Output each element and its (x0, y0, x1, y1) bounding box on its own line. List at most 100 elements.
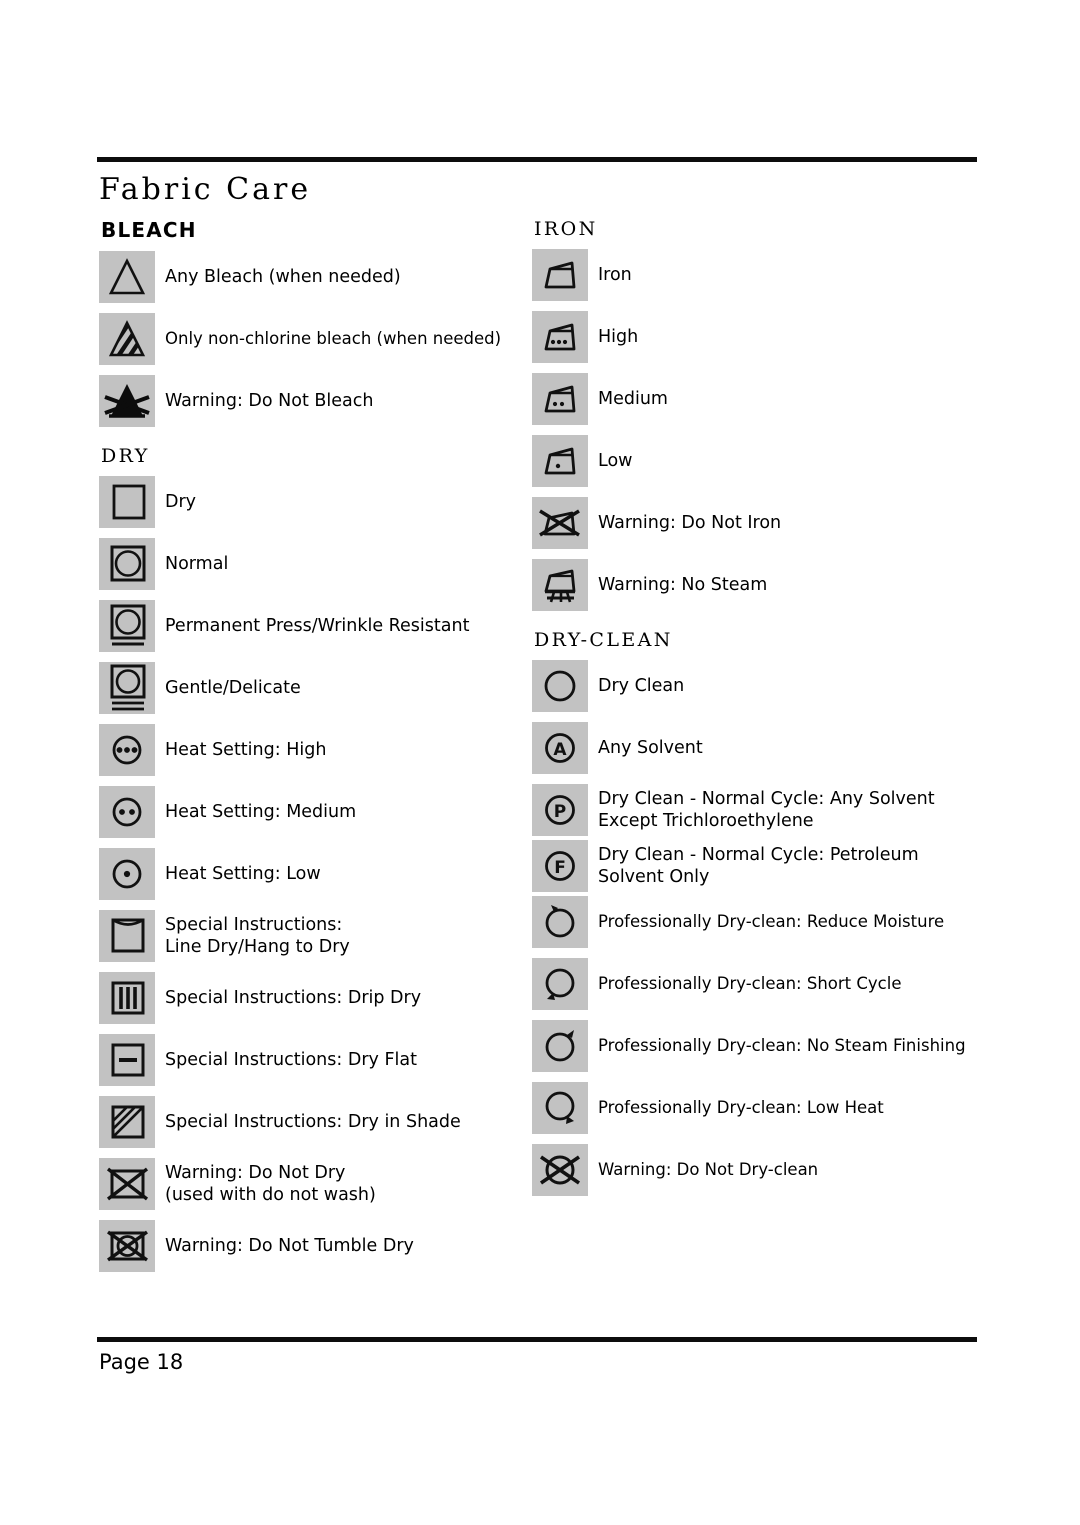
list-item: A Any Solvent (532, 722, 982, 774)
dry-gentle-delicate-icon (99, 662, 155, 714)
list-item: Warning: Do Not Dry (used with do not wa… (99, 1158, 529, 1210)
dryclean-do-not-dryclean-icon (532, 1144, 588, 1196)
list-item: Warning: Do Not Dry-clean (532, 1144, 982, 1196)
list-item: Special Instructions: Dry in Shade (99, 1096, 529, 1148)
list-item-label: Permanent Press/Wrinkle Resistant (165, 616, 470, 636)
list-item-label: Warning: Do Not Tumble Dry (165, 1236, 414, 1256)
bleach-any-triangle-icon (99, 251, 155, 303)
list-item-label: Dry Clean - Normal Cycle: Any Solvent Ex… (598, 789, 935, 831)
dry-heat-low-one-dot-icon (99, 848, 155, 900)
list-item: Warning: Do Not Tumble Dry (99, 1220, 529, 1272)
bleach-non-chlorine-striped-triangle-icon (99, 313, 155, 365)
list-item: Warning: Do Not Bleach (99, 375, 529, 427)
iron-icon (532, 249, 588, 301)
list-item-label: Professionally Dry-clean: Low Heat (598, 1098, 884, 1117)
list-item-label: Special Instructions: Line Dry/Hang to D… (165, 915, 350, 957)
list-item: Special Instructions: Line Dry/Hang to D… (99, 910, 529, 962)
list-item: Heat Setting: Medium (99, 786, 529, 838)
iron-low-one-dot-icon (532, 435, 588, 487)
dry-line-dry-hang-icon (99, 910, 155, 962)
list-item: Professionally Dry-clean: Short Cycle (532, 958, 982, 1010)
svg-text:P: P (554, 802, 566, 822)
list-item-label: Warning: Do Not Dry-clean (598, 1160, 819, 1179)
list-item: Special Instructions: Dry Flat (99, 1034, 529, 1086)
section-heading-bleach: BLEACH (101, 218, 197, 242)
list-item: Professionally Dry-clean: Low Heat (532, 1082, 982, 1134)
list-item-label: Medium (598, 389, 668, 409)
list-item-label: Heat Setting: Medium (165, 802, 357, 822)
dry-normal-square-circle-icon (99, 538, 155, 590)
section-heading-dry: DRY (101, 445, 150, 467)
svg-text:F: F (554, 858, 566, 878)
list-item: Special Instructions: Drip Dry (99, 972, 529, 1024)
list-item-label: Professionally Dry-clean: No Steam Finis… (598, 1036, 966, 1055)
dryclean-short-cycle-icon (532, 958, 588, 1010)
section-dry-clean: DRY-CLEAN Dry Clean A Any Solvent P Dry … (532, 629, 982, 1196)
list-item: Professionally Dry-clean: Reduce Moistur… (532, 896, 982, 948)
top-divider-rule (97, 157, 977, 162)
list-item: Dry Clean (532, 660, 982, 712)
list-item: Low (532, 435, 982, 487)
list-item-label: Iron (598, 265, 632, 285)
dry-square-icon (99, 476, 155, 528)
list-item: F Dry Clean - Normal Cycle: Petroleum So… (532, 840, 982, 892)
left-column: BLEACH Any Bleach (when needed) Only non… (99, 218, 529, 1282)
dryclean-no-steam-finishing-icon (532, 1020, 588, 1072)
list-item: Warning: No Steam (532, 559, 982, 611)
list-item: Normal (99, 538, 529, 590)
bottom-divider-rule (97, 1337, 977, 1342)
list-item-label: Special Instructions: Drip Dry (165, 988, 422, 1008)
section-heading-dry-clean: DRY-CLEAN (534, 629, 673, 651)
list-item-label: Warning: Do Not Bleach (165, 391, 374, 411)
dryclean-low-heat-icon (532, 1082, 588, 1134)
dry-do-not-tumble-dry-icon (99, 1220, 155, 1272)
list-item: Heat Setting: Low (99, 848, 529, 900)
list-item: Gentle/Delicate (99, 662, 529, 714)
section-dry: DRY Dry Normal Permanent Press/Wrinkle R… (99, 445, 529, 1272)
dry-heat-medium-two-dots-icon (99, 786, 155, 838)
dry-in-shade-icon (99, 1096, 155, 1148)
list-item-label: Gentle/Delicate (165, 678, 301, 698)
dry-flat-icon (99, 1034, 155, 1086)
list-item-label: Dry (165, 492, 197, 512)
svg-text:A: A (553, 740, 567, 760)
list-item-label: Special Instructions: Dry in Shade (165, 1112, 461, 1132)
dryclean-p-icon: P (532, 784, 588, 836)
list-item-label: Dry Clean (598, 676, 685, 696)
list-item: Warning: Do Not Iron (532, 497, 982, 549)
list-item-label: Normal (165, 554, 229, 574)
section-bleach: BLEACH Any Bleach (when needed) Only non… (99, 218, 529, 427)
list-item: Medium (532, 373, 982, 425)
list-item: High (532, 311, 982, 363)
dry-drip-dry-icon (99, 972, 155, 1024)
list-item-label: Professionally Dry-clean: Reduce Moistur… (598, 912, 945, 931)
section-iron: IRON Iron High Medium Low Warning: Do No… (532, 218, 982, 611)
list-item: Permanent Press/Wrinkle Resistant (99, 600, 529, 652)
list-item: Heat Setting: High (99, 724, 529, 776)
list-item-label: Low (598, 451, 633, 471)
list-item-label: Any Bleach (when needed) (165, 267, 401, 287)
list-item-label: Warning: No Steam (598, 575, 768, 595)
list-item: Only non-chlorine bleach (when needed) (99, 313, 529, 365)
list-item: Dry (99, 476, 529, 528)
dry-do-not-dry-crossed-square-icon (99, 1158, 155, 1210)
list-item-label: High (598, 327, 639, 347)
list-item: Professionally Dry-clean: No Steam Finis… (532, 1020, 982, 1072)
list-item-label: Special Instructions: Dry Flat (165, 1050, 417, 1070)
iron-no-steam-icon (532, 559, 588, 611)
list-item-label: Heat Setting: Low (165, 864, 321, 884)
iron-medium-two-dots-icon (532, 373, 588, 425)
list-item-label: Only non-chlorine bleach (when needed) (165, 329, 502, 348)
list-item-label: Professionally Dry-clean: Short Cycle (598, 974, 902, 993)
dryclean-any-solvent-a-icon: A (532, 722, 588, 774)
dryclean-circle-icon (532, 660, 588, 712)
list-item-label: Warning: Do Not Iron (598, 513, 782, 533)
iron-high-three-dots-icon (532, 311, 588, 363)
list-item-label: Warning: Do Not Dry (used with do not wa… (165, 1163, 376, 1205)
iron-do-not-iron-crossed-icon (532, 497, 588, 549)
fabric-care-page: Fabric Care BLEACH Any Bleach (when need… (0, 0, 1080, 1525)
right-column: IRON Iron High Medium Low Warning: Do No… (532, 218, 982, 1206)
list-item-label: Any Solvent (598, 738, 703, 758)
list-item-label: Dry Clean - Normal Cycle: Petroleum Solv… (598, 845, 919, 887)
dry-heat-high-three-dots-icon (99, 724, 155, 776)
